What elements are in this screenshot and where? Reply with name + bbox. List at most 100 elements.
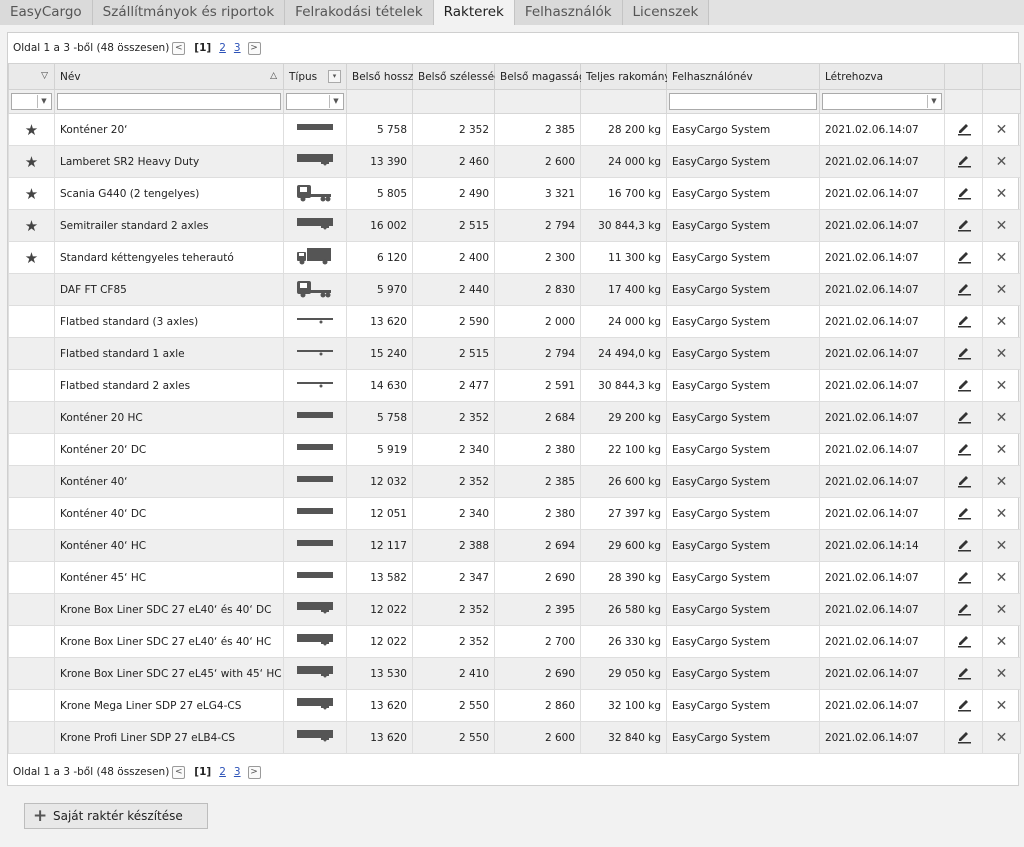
delete-button[interactable]: ✕ xyxy=(982,209,1021,242)
edit-button[interactable] xyxy=(944,401,983,434)
user-filter-input[interactable] xyxy=(669,93,817,110)
table-row[interactable]: ★ Standard kéttengyeles teherautó 6 120 2 4… xyxy=(8,241,1021,274)
pager-page-3[interactable]: 3 xyxy=(234,766,241,778)
table-row[interactable]: ★ Konténer 20‘ 5 758 2 352 2 385 28 200 kg Eas… xyxy=(8,113,1021,146)
column-menu-icon[interactable]: ▾ xyxy=(328,70,341,83)
table-row[interactable]: Konténer 20 HC 5 758 2 352 2 684 29 200 kg Ea… xyxy=(8,401,1021,434)
favorite-cell[interactable] xyxy=(8,657,55,690)
favorite-cell[interactable] xyxy=(8,625,55,658)
pager-page-3[interactable]: 3 xyxy=(234,42,241,54)
delete-button[interactable]: ✕ xyxy=(982,177,1021,210)
edit-button[interactable] xyxy=(944,113,983,146)
edit-button[interactable] xyxy=(944,337,983,370)
edit-button[interactable] xyxy=(944,241,983,274)
type-filter-select[interactable]: ▼ xyxy=(286,93,344,110)
edit-button[interactable] xyxy=(944,593,983,626)
delete-button[interactable]: ✕ xyxy=(982,145,1021,178)
pager-page-2[interactable]: 2 xyxy=(219,42,226,54)
table-row[interactable]: Konténer 20‘ DC 5 919 2 340 2 380 22 100 kg E… xyxy=(8,433,1021,466)
edit-button[interactable] xyxy=(944,529,983,562)
pager-next-button[interactable]: > xyxy=(247,765,261,779)
tab-1[interactable]: Szállítmányok és riportok xyxy=(92,0,286,25)
favorite-cell[interactable]: ★ xyxy=(8,209,55,242)
delete-button[interactable]: ✕ xyxy=(982,433,1021,466)
pager-prev-button[interactable]: < xyxy=(172,41,186,55)
name-filter-input[interactable] xyxy=(57,93,281,110)
edit-button[interactable] xyxy=(944,177,983,210)
table-row[interactable]: Konténer 40‘ 12 032 2 352 2 385 26 600 kg Eas… xyxy=(8,465,1021,498)
table-row[interactable]: Krone Profi Liner SDP 27 eLB4-CS 13 620 2 … xyxy=(8,721,1021,754)
delete-button[interactable]: ✕ xyxy=(982,273,1021,306)
table-row[interactable]: Flatbed standard 2 axles 14 630 2 477 2 591… xyxy=(8,369,1021,402)
table-row[interactable]: Flatbed standard (3 axles) 13 620 2 590 2 0… xyxy=(8,305,1021,338)
favorite-cell[interactable] xyxy=(8,337,55,370)
delete-button[interactable]: ✕ xyxy=(982,561,1021,594)
table-row[interactable]: Krone Box Liner SDC 27 eL40‘ és 40‘ HC 12… xyxy=(8,625,1021,658)
favorite-cell[interactable] xyxy=(8,369,55,402)
tab-0[interactable]: EasyCargo xyxy=(0,0,93,25)
edit-button[interactable] xyxy=(944,273,983,306)
col-width[interactable]: Belső szélesség xyxy=(412,63,501,90)
favorite-cell[interactable] xyxy=(8,721,55,754)
favorite-cell[interactable]: ★ xyxy=(8,177,55,210)
favorite-cell[interactable] xyxy=(8,433,55,466)
tab-5[interactable]: Licenszek xyxy=(622,0,710,25)
edit-button[interactable] xyxy=(944,465,983,498)
table-row[interactable]: ★ Lamberet SR2 Heavy Duty 13 390 2 460 2 600… xyxy=(8,145,1021,178)
edit-button[interactable] xyxy=(944,433,983,466)
table-row[interactable]: Flatbed standard 1 axle 15 240 2 515 2 794 2… xyxy=(8,337,1021,370)
edit-button[interactable] xyxy=(944,497,983,530)
col-payload[interactable]: Teljes rakomány xyxy=(580,63,671,90)
table-row[interactable]: DAF FT CF85 5 970 2 440 2 830 17 400 kg EasyC… xyxy=(8,273,1021,306)
favorite-cell[interactable]: ★ xyxy=(8,241,55,274)
edit-button[interactable] xyxy=(944,625,983,658)
col-length[interactable]: Belső hossz xyxy=(346,63,413,90)
delete-button[interactable]: ✕ xyxy=(982,497,1021,530)
delete-button[interactable]: ✕ xyxy=(982,657,1021,690)
delete-button[interactable]: ✕ xyxy=(982,401,1021,434)
delete-button[interactable]: ✕ xyxy=(982,113,1021,146)
col-created[interactable]: Létrehozva xyxy=(819,63,945,90)
favorite-filter-select[interactable]: ▼ xyxy=(11,93,52,110)
delete-button[interactable]: ✕ xyxy=(982,241,1021,274)
delete-button[interactable]: ✕ xyxy=(982,625,1021,658)
tab-4[interactable]: Felhasználók xyxy=(514,0,623,25)
favorite-cell[interactable]: ★ xyxy=(8,113,55,146)
favorite-cell[interactable] xyxy=(8,497,55,530)
delete-button[interactable]: ✕ xyxy=(982,593,1021,626)
edit-button[interactable] xyxy=(944,689,983,722)
edit-button[interactable] xyxy=(944,721,983,754)
table-row[interactable]: Krone Box Liner SDC 27 eL40‘ és 40‘ DC 12… xyxy=(8,593,1021,626)
delete-button[interactable]: ✕ xyxy=(982,369,1021,402)
delete-button[interactable]: ✕ xyxy=(982,721,1021,754)
table-row[interactable]: Konténer 45‘ HC 13 582 2 347 2 690 28 390 kg… xyxy=(8,561,1021,594)
edit-button[interactable] xyxy=(944,561,983,594)
table-row[interactable]: ★ Scania G440 (2 tengelyes) 5 805 2 490 3 32… xyxy=(8,177,1021,210)
col-name[interactable]: Név △ xyxy=(54,63,284,90)
edit-button[interactable] xyxy=(944,305,983,338)
favorite-cell[interactable] xyxy=(8,689,55,722)
pager-next-button[interactable]: > xyxy=(247,41,261,55)
table-row[interactable]: Krone Mega Liner SDP 27 eLG4-CS 13 620 2 5… xyxy=(8,689,1021,722)
edit-button[interactable] xyxy=(944,369,983,402)
created-filter-select[interactable]: ▼ xyxy=(822,93,942,110)
tab-3[interactable]: Rakterek xyxy=(433,0,515,25)
favorite-cell[interactable] xyxy=(8,273,55,306)
delete-button[interactable]: ✕ xyxy=(982,337,1021,370)
favorite-cell[interactable] xyxy=(8,593,55,626)
pager-prev-button[interactable]: < xyxy=(172,765,186,779)
favorite-cell[interactable] xyxy=(8,465,55,498)
edit-button[interactable] xyxy=(944,145,983,178)
delete-button[interactable]: ✕ xyxy=(982,305,1021,338)
col-user[interactable]: Felhasználónév xyxy=(666,63,820,90)
pager-page-2[interactable]: 2 xyxy=(219,766,226,778)
favorite-cell[interactable] xyxy=(8,529,55,562)
favorite-cell[interactable]: ★ xyxy=(8,145,55,178)
delete-button[interactable]: ✕ xyxy=(982,465,1021,498)
table-row[interactable]: ★ Semitrailer standard 2 axles 16 002 2 515… xyxy=(8,209,1021,242)
table-row[interactable]: Konténer 40‘ DC 12 051 2 340 2 380 27 397 kg… xyxy=(8,497,1021,530)
create-hold-button[interactable]: + Saját raktér készítése xyxy=(24,803,208,829)
col-height[interactable]: Belső magasság xyxy=(494,63,586,90)
table-row[interactable]: Krone Box Liner SDC 27 eL45‘ with 45‘ HC… xyxy=(8,657,1021,690)
delete-button[interactable]: ✕ xyxy=(982,689,1021,722)
